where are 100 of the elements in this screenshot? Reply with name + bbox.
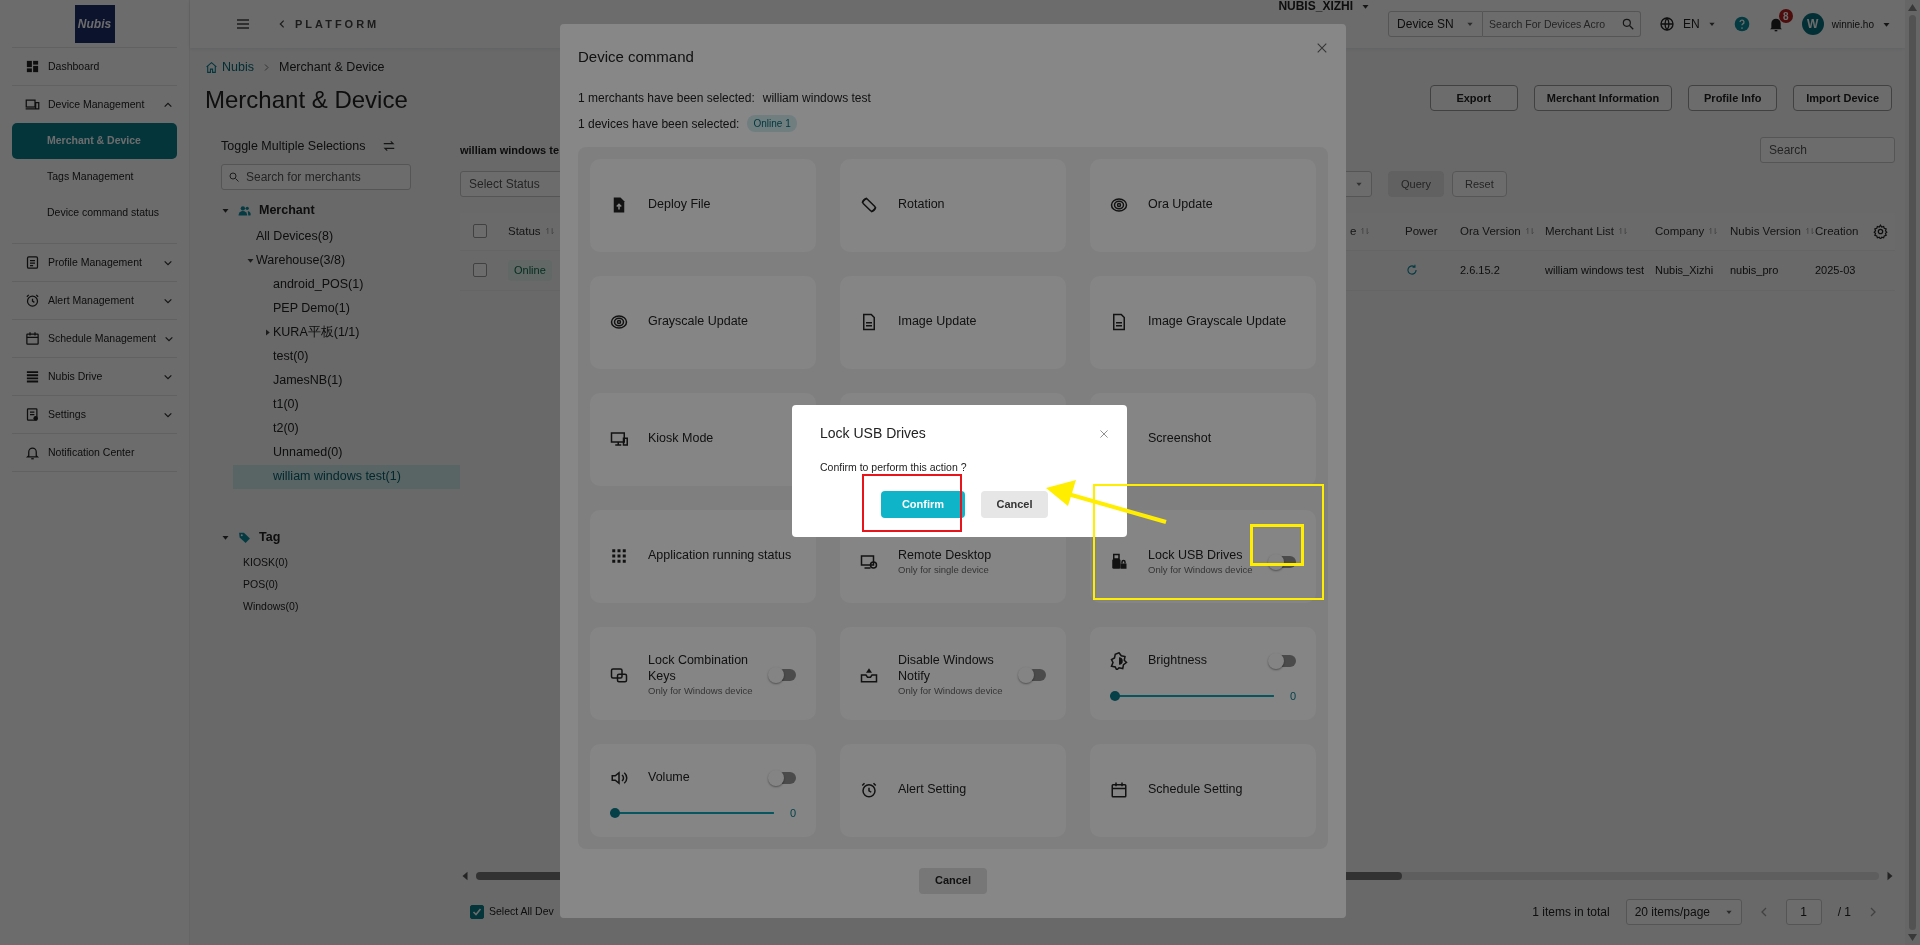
tree-item[interactable]: Windows(0) [221,595,460,618]
spiral-icon [1110,195,1128,214]
nav-item[interactable]: Dashboard [12,48,177,85]
column-header[interactable]: Status [508,222,541,240]
command-card[interactable]: Image Grayscale Update [1090,275,1316,369]
tree-item[interactable]: Warehouse(3/8) [256,251,346,270]
query-button[interactable]: Query [1388,170,1444,197]
search-field[interactable]: Search for merchants [221,163,411,190]
command-label: Disable Windows Notify [898,651,995,684]
usb-lock-icon [1110,552,1128,571]
tree-item[interactable]: JamesNB(1) [273,371,343,390]
column-header[interactable]: Power [1405,222,1438,240]
status-badge: Online 1 [747,115,797,132]
nav-item[interactable]: Settings [12,396,177,433]
action-button[interactable]: Profile Info [1688,84,1778,111]
column-header[interactable]: Merchant List [1545,222,1615,240]
action-button[interactable]: Export [1429,84,1518,111]
checkbox[interactable] [470,905,484,919]
command-label: Image Update [898,313,978,330]
command-card[interactable]: Application running status [590,509,816,603]
group-label: Merchant [259,202,315,220]
cancel-button[interactable]: Cancel [981,490,1048,518]
back-icon [277,19,287,29]
cancel-button[interactable]: Cancel [919,867,987,894]
caret-icon[interactable] [221,533,230,542]
command-card[interactable]: Image Update [840,275,1066,369]
search-type-select[interactable]: Device SN [1388,11,1484,37]
nav-item[interactable]: Device Management [12,86,177,123]
command-note: Only for Windows device [898,684,1004,698]
command-card[interactable]: Schedule Setting [1090,743,1316,837]
user-name[interactable]: winnie.ho [1831,16,1874,32]
search-field[interactable]: Search [1760,136,1895,163]
swap-icon [381,139,396,154]
calendar-icon [1110,780,1128,799]
tree-item[interactable]: Unnamed(0) [273,443,343,462]
breadcrumb-link[interactable]: Nubis [222,58,254,77]
arrow-down-icon[interactable] [1908,934,1917,941]
page-input[interactable]: 1 [1785,899,1822,925]
slider-thumb[interactable] [1110,690,1120,701]
command-label: Deploy File [648,196,712,213]
table-cell-text: william windows test [1545,263,1645,278]
nav-item[interactable]: Schedule Management [12,320,177,357]
arrow-up-icon[interactable] [1908,4,1917,11]
action-button[interactable]: Import Device [1793,84,1892,111]
arrow-left-icon [460,871,470,881]
command-card[interactable]: Brightness 0 [1090,626,1316,720]
slider-value: 0 [789,805,796,821]
toggle-switch[interactable] [1270,654,1296,667]
toggle-switch[interactable] [770,668,796,681]
checkbox[interactable] [473,263,487,278]
command-label: Grayscale Update [648,313,750,330]
nav-item[interactable]: Nubis Drive [12,358,177,395]
tree-item[interactable]: PEP Demo(1) [273,299,350,318]
command-card[interactable]: Grayscale Update [590,275,816,369]
brightness-icon [1110,651,1128,670]
checkbox[interactable] [473,224,487,239]
command-card[interactable]: Lock Combination Keys Only for Windows device [590,626,816,720]
nav-item[interactable]: Alert Management [12,282,177,319]
nav-item[interactable]: Profile Management [12,244,177,281]
nav-item[interactable]: Notification Center [12,434,177,471]
slider-thumb[interactable] [610,807,620,818]
column-header[interactable]: Ora Version [1460,222,1521,240]
merchant-selector[interactable]: NUBIS_XIZHI [1278,0,1354,15]
caret-icon[interactable] [221,206,230,215]
tree-item[interactable]: t1(0) [273,395,299,414]
page-size-select[interactable]: 20 items/page [1625,899,1742,925]
close-icon [1316,42,1328,54]
action-button[interactable]: Merchant Information [1533,84,1673,111]
column-header[interactable]: Creation [1815,222,1859,240]
nav-item[interactable]: Merchant & Device [12,123,177,159]
column-header[interactable]: Nubis Version [1730,222,1801,240]
column-header[interactable]: e [1350,222,1357,240]
command-card[interactable]: Volume 0 [590,743,816,837]
tree-item[interactable]: test(0) [273,347,309,366]
search-field[interactable]: Search For Devices Acro [1483,11,1642,37]
nav-item[interactable]: Device command status [12,195,177,231]
tree-item[interactable]: All Devices(8) [256,227,334,246]
language-selector[interactable]: EN [1683,15,1700,33]
command-card[interactable]: Disable Windows Notify Only for Windows device [840,626,1066,720]
logo: Nubis [74,4,115,43]
tree-item[interactable]: POS(0) [221,573,460,596]
command-card[interactable]: Deploy File [590,158,816,252]
toggle-switch[interactable] [1020,668,1046,681]
toggle-switch[interactable] [770,771,796,784]
command-card[interactable]: Rotation [840,158,1066,252]
tree-item[interactable]: android_POS(1) [273,275,364,294]
toggle-switch[interactable] [1270,555,1296,568]
command-label: Brightness [1148,652,1209,669]
nav-item[interactable]: Tags Management [12,159,177,195]
avatar[interactable]: W [1801,13,1824,35]
command-card[interactable]: Kiosk Mode [590,392,816,486]
tree-item[interactable]: t2(0) [273,419,299,438]
command-card[interactable]: Alert Setting [840,743,1066,837]
reset-button[interactable]: Reset [1451,170,1507,197]
caret-icon[interactable] [245,256,255,265]
column-header[interactable]: Company [1655,222,1705,240]
tree-item[interactable]: KURA平板(1/1) [273,323,360,342]
tree-item[interactable]: KIOSK(0) [221,551,460,574]
command-card[interactable]: Ora Update [1090,158,1316,252]
confirm-button[interactable]: Confirm [881,490,965,518]
